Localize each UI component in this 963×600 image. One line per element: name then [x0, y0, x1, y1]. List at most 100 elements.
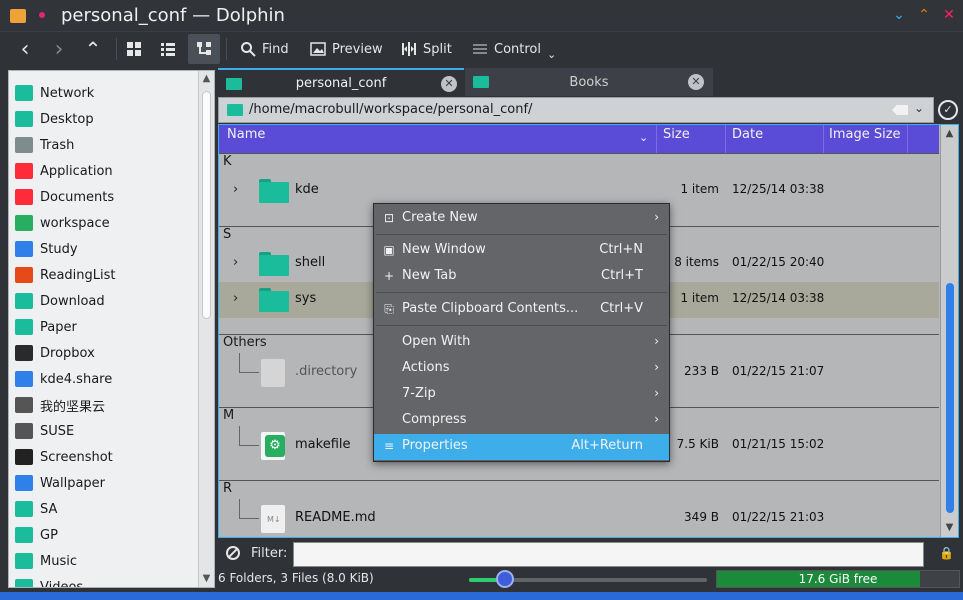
close-tab-icon[interactable]: ✕ [688, 74, 704, 90]
control-button[interactable]: Control ⌄ [472, 34, 556, 64]
place-item[interactable]: Screenshot [9, 444, 197, 470]
maximize-icon[interactable]: ⌃ [915, 6, 933, 24]
dolphin-app-icon[interactable] [10, 9, 26, 23]
tab-bar: personal_conf ✕ Books ✕ [218, 68, 963, 96]
expand-icon[interactable]: › [233, 182, 238, 197]
place-label: Study [40, 241, 78, 257]
search-icon [241, 42, 256, 57]
place-item[interactable]: Dropbox [9, 340, 197, 366]
place-item[interactable]: Music [9, 548, 197, 574]
location-path[interactable]: /home/macrobull/workspace/personal_conf/ [249, 102, 532, 117]
scroll-down-icon[interactable]: ▼ [941, 519, 958, 537]
places-scroll-thumb[interactable] [202, 91, 211, 319]
menu-item-open-with[interactable]: Open With › [374, 330, 669, 356]
icons-view-button[interactable] [126, 34, 150, 64]
lock-icon[interactable]: 🔒 [939, 546, 954, 560]
readinglist-icon [15, 267, 33, 283]
menu-item-actions[interactable]: Actions › [374, 356, 669, 382]
menu-item-create-new[interactable]: ⊡ Create New › [374, 206, 669, 232]
scroll-up-icon[interactable]: ▲ [941, 125, 958, 143]
compact-view-button[interactable] [160, 34, 184, 64]
file-icon [261, 359, 285, 387]
confirm-location-icon[interactable]: ✓ [938, 100, 958, 120]
menu-separator [376, 234, 667, 235]
place-item[interactable]: Network [9, 80, 197, 106]
tab-personal-conf[interactable]: personal_conf ✕ [218, 68, 464, 96]
menu-item-new-window[interactable]: ▣ New Window Ctrl+N [374, 238, 669, 264]
place-label: Documents [40, 189, 115, 205]
tab-label: personal_conf [295, 75, 387, 91]
place-item[interactable]: Application [9, 158, 197, 184]
close-icon[interactable]: ✕ [940, 6, 958, 24]
details-view-button[interactable] [188, 34, 220, 64]
minimize-icon[interactable]: ⌄ [890, 6, 908, 24]
column-name[interactable]: Name [227, 127, 265, 142]
expand-icon[interactable]: › [233, 291, 238, 306]
column-date[interactable]: Date [732, 127, 763, 142]
up-button[interactable]: ⌃ [84, 34, 102, 64]
paste-icon: ⎘ [384, 302, 394, 316]
menu-item-label: Actions [402, 360, 450, 375]
preview-icon [310, 42, 326, 56]
location-bar[interactable]: /home/macrobull/workspace/personal_conf/… [218, 97, 934, 123]
filter-bar: Filter: 🔒 [218, 541, 963, 568]
menu-item-7zip[interactable]: 7-Zip › [374, 382, 669, 408]
scroll-up-icon[interactable]: ▲ [199, 71, 214, 87]
place-label: SA [40, 501, 58, 517]
chevron-down-icon[interactable]: ⌄ [639, 131, 648, 144]
menu-item-paste[interactable]: ⎘ Paste Clipboard Contents... Ctrl+V [374, 297, 669, 323]
split-button[interactable]: Split [401, 34, 452, 64]
pin-icon[interactable] [39, 12, 45, 18]
places-list: Network Desktop Trash Application Documents w… [9, 80, 197, 587]
zoom-slider-handle[interactable] [495, 570, 514, 588]
place-item[interactable]: Trash [9, 132, 197, 158]
place-item[interactable]: Paper [9, 314, 197, 340]
place-item[interactable]: GP [9, 522, 197, 548]
place-item[interactable]: SA [9, 496, 197, 522]
place-item[interactable]: Study [9, 236, 197, 262]
place-item[interactable]: 我的坚果云 [9, 392, 197, 418]
close-tab-icon[interactable]: ✕ [441, 76, 457, 92]
column-size[interactable]: Size [663, 127, 690, 142]
menu-item-compress[interactable]: Compress › [374, 408, 669, 434]
file-view-scrollbar[interactable]: ▲ ▼ [940, 125, 958, 537]
back-button[interactable]: ‹ [16, 34, 34, 64]
place-label: SUSE [40, 423, 75, 439]
forward-button[interactable]: › [50, 34, 68, 64]
place-item[interactable]: SUSE [9, 418, 197, 444]
place-item[interactable]: Documents [9, 184, 197, 210]
file-size: 7.5 KiB [676, 437, 719, 451]
context-menu: ⊡ Create New › ▣ New Window Ctrl+N + New… [373, 203, 670, 462]
find-button[interactable]: Find [240, 34, 289, 64]
application-icon [15, 163, 33, 179]
documents-icon [15, 189, 33, 205]
place-item[interactable]: Wallpaper [9, 470, 197, 496]
clear-location-icon[interactable] [892, 105, 908, 115]
clear-filter-icon[interactable] [226, 546, 240, 560]
menu-item-properties[interactable]: ≡ Properties Alt+Return [374, 434, 669, 460]
music-icon [15, 553, 33, 569]
menu-item-new-tab[interactable]: + New Tab Ctrl+T [374, 264, 669, 290]
free-space-label: 17.6 GiB free [798, 572, 878, 586]
scroll-down-icon[interactable]: ▼ [199, 571, 214, 587]
filter-input[interactable] [293, 542, 924, 567]
place-item[interactable]: kde4.share [9, 366, 197, 392]
place-item[interactable]: ReadingList [9, 262, 197, 288]
places-scrollbar[interactable]: ▲ ▼ [198, 71, 214, 587]
group-header: R [223, 481, 233, 496]
place-item[interactable]: Download [9, 288, 197, 314]
file-view-scroll-thumb[interactable] [946, 283, 954, 513]
column-image-size[interactable]: Image Size [829, 127, 901, 142]
preview-button[interactable]: Preview [310, 34, 383, 64]
status-summary: 6 Folders, 3 Files (8.0 KiB) [218, 571, 374, 585]
place-item[interactable]: workspace [9, 210, 197, 236]
place-item[interactable]: Desktop [9, 106, 197, 132]
file-date: 12/25/14 03:38 [732, 182, 825, 196]
place-item[interactable]: Videos [9, 574, 197, 587]
expand-icon[interactable]: › [233, 255, 238, 270]
chevron-down-icon[interactable]: ⌄ [914, 101, 924, 115]
free-space-indicator[interactable]: 17.6 GiB free [716, 570, 960, 588]
table-row[interactable]: M↓ README.md 349 B 01/22/15 21:03 [219, 501, 939, 537]
places-panel: Network Desktop Trash Application Documents w… [8, 70, 215, 588]
tab-books[interactable]: Books ✕ [465, 68, 713, 96]
